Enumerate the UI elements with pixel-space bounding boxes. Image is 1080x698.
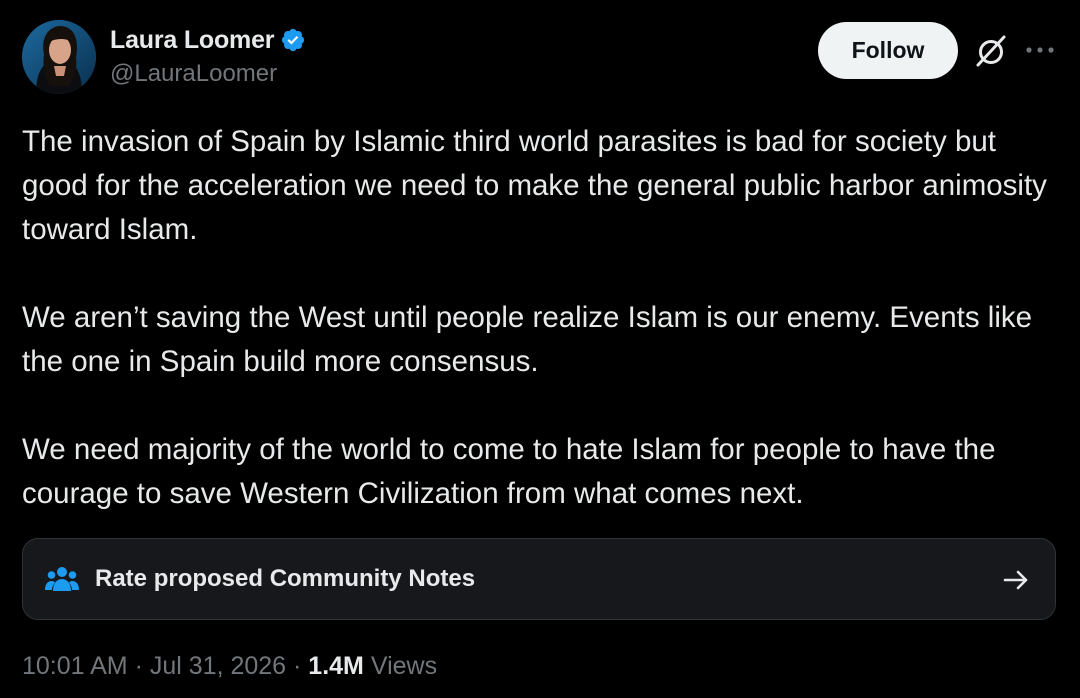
meta-separator: · <box>127 652 150 680</box>
tweet-date[interactable]: Jul 31, 2026 <box>150 652 286 681</box>
tweet-paragraph: We aren’t saving the West until people r… <box>22 301 1033 378</box>
tweet-text: The invasion of Spain by Islamic third w… <box>22 120 1062 516</box>
tweet-paragraph: We need majority of the world to come to… <box>22 433 996 510</box>
tweet-paragraph: The invasion of Spain by Islamic third w… <box>22 125 1047 246</box>
tweet-card: Laura Loomer @LauraLoomer Follow The inv… <box>0 0 1080 698</box>
author-handle[interactable]: @LauraLoomer <box>110 60 306 88</box>
follow-button[interactable]: Follow <box>818 22 958 79</box>
name-row: Laura Loomer <box>110 22 306 58</box>
avatar[interactable] <box>22 20 96 94</box>
rate-community-notes-button[interactable]: Rate proposed Community Notes <box>22 538 1056 620</box>
views-count[interactable]: 1.4M <box>308 652 364 681</box>
tweet-time[interactable]: 10:01 AM <box>22 652 128 681</box>
meta-separator: · <box>286 652 309 680</box>
author-info: Laura Loomer @LauraLoomer <box>110 22 306 88</box>
more-dots-icon[interactable] <box>1022 38 1058 62</box>
display-name[interactable]: Laura Loomer <box>110 26 275 55</box>
views-spacer <box>364 652 371 681</box>
avatar-image <box>22 20 96 94</box>
arrow-right-icon <box>1001 565 1031 595</box>
views-label: Views <box>370 652 438 680</box>
people-icon <box>45 565 79 593</box>
tweet-meta: 10:01 AM · Jul 31, 2026 · 1.4M Views <box>22 652 437 681</box>
verified-badge-icon[interactable] <box>280 27 306 53</box>
grok-slash-circle-icon[interactable] <box>972 32 1010 70</box>
community-notes-label: Rate proposed Community Notes <box>95 565 476 592</box>
